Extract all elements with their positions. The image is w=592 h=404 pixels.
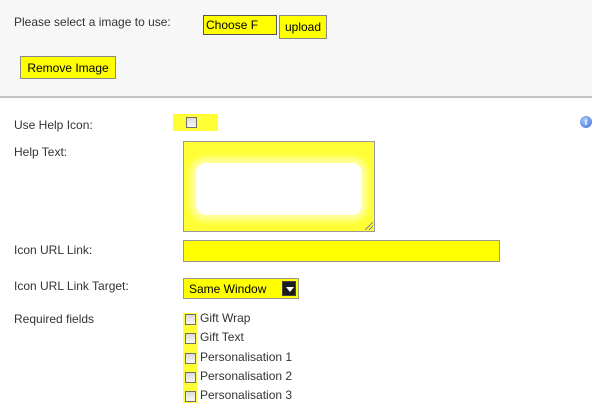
choose-file-button[interactable]: Choose F: [203, 15, 277, 35]
personalisation-3-label: Personalisation 3: [200, 388, 293, 402]
help-text-value: [196, 163, 362, 215]
personalisation-3-checkbox[interactable]: [185, 391, 196, 402]
icon-url-link-target-value: Same Window: [189, 282, 267, 296]
gift-wrap-label: Gift Wrap: [200, 311, 251, 325]
help-text-label: Help Text:: [14, 145, 68, 159]
personalisation-2-label: Personalisation 2: [200, 369, 293, 383]
required-fields-label: Required fields: [14, 312, 95, 326]
icon-url-link-target-label: Icon URL Link Target:: [14, 279, 129, 293]
personalisation-1-checkbox[interactable]: [185, 353, 196, 364]
gift-text-label: Gift Text: [200, 330, 244, 344]
help-text-textarea[interactable]: [183, 141, 375, 232]
use-help-icon-label: Use Help Icon:: [14, 118, 93, 132]
icon-url-link-input[interactable]: [183, 240, 500, 262]
resize-grip-icon[interactable]: [365, 222, 373, 230]
personalisation-2-checkbox[interactable]: [185, 372, 196, 383]
remove-image-button[interactable]: Remove Image: [20, 56, 116, 79]
gift-wrap-checkbox[interactable]: [185, 314, 196, 325]
use-help-icon-checkbox[interactable]: [186, 117, 197, 128]
icon-url-link-target-select[interactable]: Same Window: [183, 278, 299, 299]
upload-button[interactable]: upload: [279, 15, 327, 39]
select-image-label: Please select a image to use:: [14, 15, 171, 29]
section-divider: [0, 96, 592, 98]
info-icon[interactable]: i: [580, 116, 592, 128]
gift-text-checkbox[interactable]: [185, 333, 196, 344]
personalisation-1-label: Personalisation 1: [200, 350, 293, 364]
icon-url-link-label: Icon URL Link:: [14, 243, 93, 257]
chevron-down-icon[interactable]: [282, 281, 296, 296]
